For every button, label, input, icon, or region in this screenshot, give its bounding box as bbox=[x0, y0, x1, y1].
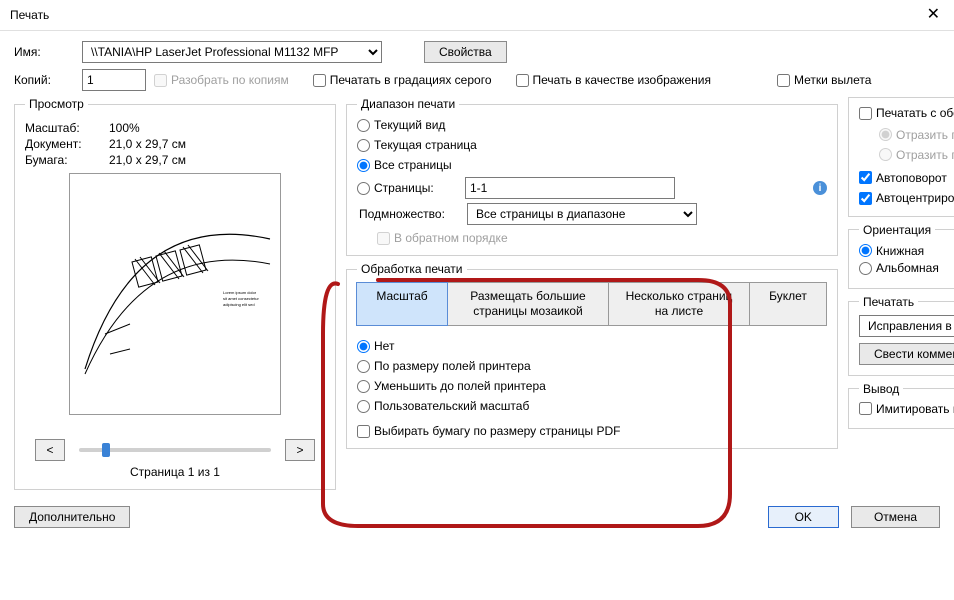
autocenter-checkbox[interactable] bbox=[859, 192, 872, 205]
reverse-order-label: В обратном порядке bbox=[394, 231, 508, 245]
landscape-radio[interactable] bbox=[859, 262, 872, 275]
collate-checkbox bbox=[154, 74, 167, 87]
output-group: Вывод Имитировать печать поверх bbox=[848, 382, 954, 430]
flatten-button[interactable]: Свести комментарии bbox=[859, 343, 954, 365]
subset-label: Подмножество: bbox=[357, 207, 459, 221]
printer-select[interactable]: \\TANIA\HP LaserJet Professional M1132 M… bbox=[82, 41, 382, 63]
autocenter-label: Автоцентрирование bbox=[876, 191, 954, 205]
as-image-label: Печать в качестве изображения bbox=[533, 73, 711, 87]
document-label: Документ: bbox=[25, 137, 109, 151]
prev-page-button[interactable]: < bbox=[35, 439, 65, 461]
advanced-button[interactable]: Дополнительно bbox=[14, 506, 130, 528]
copies-input[interactable] bbox=[82, 69, 146, 91]
next-page-button[interactable]: > bbox=[285, 439, 315, 461]
subset-select[interactable]: Все страницы в диапазоне bbox=[467, 203, 697, 225]
copies-label: Копий: bbox=[14, 73, 74, 87]
svg-text:adipiscing elit sed: adipiscing elit sed bbox=[223, 302, 255, 307]
page-slider[interactable] bbox=[79, 448, 271, 452]
scale-label: Масштаб: bbox=[25, 121, 109, 135]
range-all-pages-label: Все страницы bbox=[374, 158, 452, 172]
range-all-pages-radio[interactable] bbox=[357, 159, 370, 172]
flip-short-label: Отразить по короткому краю bbox=[896, 148, 954, 162]
tab-nup[interactable]: Несколько страниц на листе bbox=[608, 282, 750, 326]
scale-shrink-label: Уменьшить до полей принтера bbox=[374, 379, 546, 393]
scale-value: 100% bbox=[109, 121, 325, 135]
range-current-page-label: Текущая страница bbox=[374, 138, 477, 152]
duplex-checkbox[interactable] bbox=[859, 107, 872, 120]
scale-custom-radio[interactable] bbox=[357, 400, 370, 413]
svg-text:sit amet consectetur: sit amet consectetur bbox=[223, 296, 259, 301]
orientation-legend: Ориентация bbox=[859, 223, 935, 237]
print-what-group: Печатать Исправления в документе Свести … bbox=[848, 295, 954, 376]
handling-group: Обработка печати Масштаб Размещать больш… bbox=[346, 262, 838, 449]
preview-legend: Просмотр bbox=[25, 97, 88, 111]
print-range-group: Диапазон печати Текущий вид Текущая стра… bbox=[346, 97, 838, 256]
scale-shrink-radio[interactable] bbox=[357, 380, 370, 393]
as-image-checkbox[interactable] bbox=[516, 74, 529, 87]
orientation-group: Ориентация Книжная Альбомная bbox=[848, 223, 954, 289]
printer-name-label: Имя: bbox=[14, 45, 74, 59]
choose-paper-checkbox[interactable] bbox=[357, 425, 370, 438]
info-icon[interactable]: i bbox=[813, 181, 827, 195]
handling-legend: Обработка печати bbox=[357, 262, 467, 276]
range-current-page-radio[interactable] bbox=[357, 139, 370, 152]
choose-paper-label: Выбирать бумагу по размеру страницы PDF bbox=[374, 424, 621, 438]
tab-booklet[interactable]: Буклет bbox=[749, 282, 827, 326]
scale-none-radio[interactable] bbox=[357, 340, 370, 353]
range-current-view-radio[interactable] bbox=[357, 119, 370, 132]
ok-button[interactable]: OK bbox=[768, 506, 839, 528]
grayscale-label: Печатать в градациях серого bbox=[330, 73, 492, 87]
close-icon[interactable]: ✕ bbox=[923, 0, 944, 30]
landscape-label: Альбомная bbox=[876, 261, 939, 275]
pages-input[interactable] bbox=[465, 177, 675, 199]
portrait-radio[interactable] bbox=[859, 244, 872, 257]
print-what-legend: Печатать bbox=[859, 295, 918, 309]
flip-long-radio bbox=[879, 128, 892, 141]
scale-fit-label: По размеру полей принтера bbox=[374, 359, 531, 373]
bleed-marks-checkbox[interactable] bbox=[777, 74, 790, 87]
tab-scale[interactable]: Масштаб bbox=[356, 282, 448, 326]
chevron-right-icon: > bbox=[296, 443, 303, 457]
overprint-label: Имитировать печать поверх bbox=[876, 402, 954, 416]
preview-group: Просмотр Масштаб: 100% Документ: 21,0 x … bbox=[14, 97, 336, 490]
autorotate-label: Автоповорот bbox=[876, 171, 947, 185]
duplex-label: Печатать с обеих сторон бумаги bbox=[876, 106, 954, 120]
paper-label: Бумага: bbox=[25, 153, 109, 167]
paper-value: 21,0 x 29,7 см bbox=[109, 153, 325, 167]
svg-text:Lorem ipsum dolor: Lorem ipsum dolor bbox=[223, 290, 257, 295]
chevron-left-icon: < bbox=[46, 443, 53, 457]
scale-none-label: Нет bbox=[374, 339, 394, 353]
autorotate-checkbox[interactable] bbox=[859, 171, 872, 184]
grayscale-checkbox[interactable] bbox=[313, 74, 326, 87]
output-legend: Вывод bbox=[859, 382, 903, 396]
collate-label: Разобрать по копиям bbox=[171, 73, 289, 87]
page-preview: Lorem ipsum dolor sit amet consectetur a… bbox=[69, 173, 281, 415]
overprint-checkbox[interactable] bbox=[859, 402, 872, 415]
range-pages-radio[interactable] bbox=[357, 182, 370, 195]
reverse-order-checkbox bbox=[377, 232, 390, 245]
dialog-title: Печать bbox=[10, 0, 49, 30]
print-what-select[interactable]: Исправления в документе bbox=[859, 315, 954, 337]
tab-tile[interactable]: Размещать большие страницы мозаикой bbox=[447, 282, 609, 326]
flip-short-radio bbox=[879, 148, 892, 161]
page-info: Страница 1 из 1 bbox=[25, 465, 325, 479]
scale-fit-radio[interactable] bbox=[357, 360, 370, 373]
scale-custom-label: Пользовательский масштаб bbox=[374, 399, 529, 413]
print-range-legend: Диапазон печати bbox=[357, 97, 459, 111]
range-pages-label: Страницы: bbox=[374, 181, 434, 195]
flip-long-label: Отразить по длинному краю bbox=[896, 128, 954, 142]
range-current-view-label: Текущий вид bbox=[374, 118, 445, 132]
cancel-button[interactable]: Отмена bbox=[851, 506, 940, 528]
document-value: 21,0 x 29,7 см bbox=[109, 137, 325, 151]
bleed-marks-label: Метки вылета bbox=[794, 73, 872, 87]
properties-button[interactable]: Свойства bbox=[424, 41, 507, 63]
portrait-label: Книжная bbox=[876, 244, 924, 258]
